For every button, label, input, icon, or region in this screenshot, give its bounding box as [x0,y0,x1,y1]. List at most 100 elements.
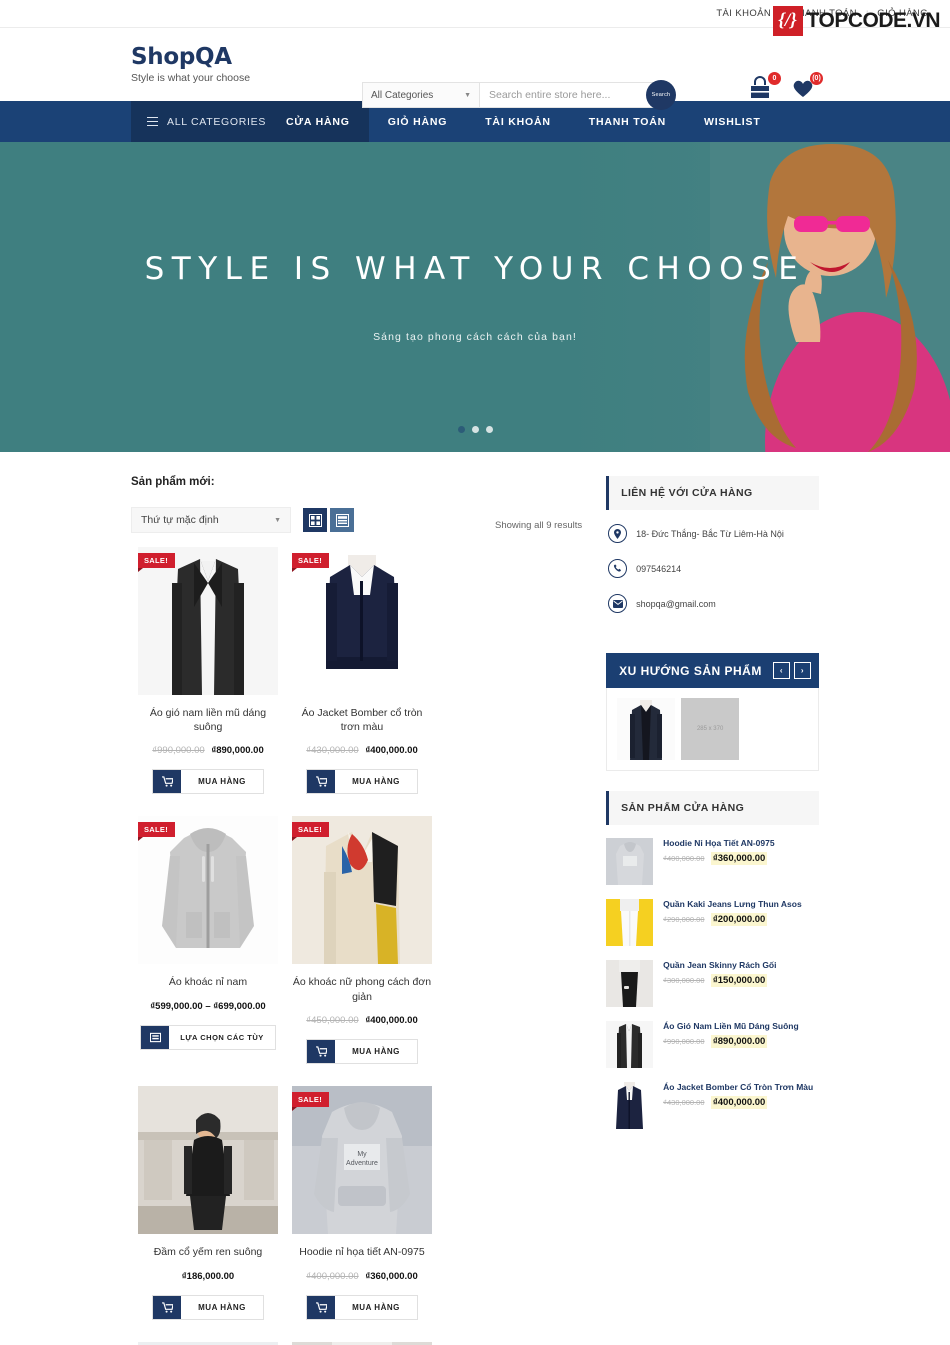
trending-prev-button[interactable]: ‹ [773,662,790,679]
trending-item-image[interactable] [617,698,676,760]
product-new-price: ₫400,000.00 [365,1014,418,1026]
add-to-cart-label: MUA HÀNG [352,1046,400,1056]
list-item[interactable]: Quần Kaki Jeans Lưng Thun Asos ₫290,000.… [606,899,819,946]
sidebar: LIÊN HỆ VỚI CỬA HÀNG 18- Đức Thắng- Bắc … [606,476,819,1345]
topcode-mark-icon: {/} [772,6,803,36]
add-to-cart-button[interactable]: MUA HÀNG [152,1294,264,1320]
product-image[interactable]: SALE! My Adventure [292,1085,432,1234]
store-product-name[interactable]: Quần Kaki Jeans Lưng Thun Asos [663,899,802,910]
chevron-down-icon: ▼ [464,91,471,99]
product-card[interactable]: SALE! Áo gió nam liền mũ dáng suông ₫990… [131,547,285,816]
select-options-button[interactable]: LỰA CHỌN CÁC TÙY [140,1025,276,1051]
contact-phone-row: 097546214 [608,559,817,578]
store-product-image[interactable] [606,1021,654,1068]
nav-item-wishlist[interactable]: WISHLIST [685,101,780,142]
product-card[interactable]: SALE! Áo khoác nữ phong cách đơn giản ₫4… [285,816,439,1085]
carousel-dot-1[interactable] [457,426,465,433]
search-button[interactable]: Search [646,80,676,110]
trending-next-button[interactable]: › [794,662,811,679]
nav-item-cua-hang[interactable]: CỬA HÀNG [267,101,369,142]
product-listing-column: Sản phẩm mới: Thứ tự mặc định ▼ Showing … [131,476,582,1345]
topcode-watermark-logo: {/} TOPCODE.VN [772,6,941,36]
add-to-cart-button[interactable]: MUA HÀNG [306,1038,418,1064]
store-product-image[interactable] [606,960,654,1007]
envelope-icon [608,594,628,613]
cart-icon [307,1295,335,1319]
product-image[interactable]: SALE! [292,816,432,965]
product-new-price: ₫890,000.00 [211,745,264,757]
list-view-icon [335,513,349,527]
sale-badge: SALE! [138,553,175,572]
product-name: Hoodie nỉ họa tiết AN-0975 [299,1245,425,1258]
svg-text:Adventure: Adventure [346,1160,378,1167]
store-product-image[interactable] [606,838,654,885]
product-card[interactable]: SALE! Áo Jacket Bomber cổ tròn trơn màu … [285,547,439,816]
product-image[interactable]: SALE! [138,816,278,965]
add-to-cart-label: MUA HÀNG [352,1302,400,1312]
product-image[interactable]: SALE! [292,547,432,695]
product-card[interactable]: SALE! Áo khoác nỉ nam ₫599,000.00 – ₫699… [131,816,285,1085]
product-card[interactable]: SALE! My Adventure Hoodie nỉ họa tiết AN… [285,1085,439,1342]
add-to-cart-button[interactable]: MUA HÀNG [306,1294,418,1320]
site-tagline: Style is what your choose [131,71,251,84]
view-toggles [303,508,354,532]
product-image[interactable]: SALE! [138,547,278,695]
product-price: ₫599,000.00 – ₫699,000.00 [138,1001,278,1012]
wishlist-button[interactable]: (0) [790,72,823,105]
search-input[interactable] [480,82,658,108]
list-item[interactable]: Quần Jean Skinny Rách Gối ₫300,000.00 ₫1… [606,960,819,1007]
store-product-name[interactable]: Hoodie Nỉ Họa Tiết AN-0975 [663,838,774,849]
topbar-link-account[interactable]: TÀI KHOẢN [707,8,780,19]
svg-text:My: My [357,1151,367,1158]
store-product-image[interactable] [606,1082,654,1129]
hero-banner: STYLE IS WHAT YOUR CHOOSE Sáng tạo phong… [0,142,950,452]
brand-block[interactable]: ShopQA Style is what your choose [131,45,250,83]
store-product-name[interactable]: Áo Jacket Bomber Cổ Tròn Trơn Màu [663,1082,813,1093]
trending-arrows: ‹ › [773,662,811,679]
product-old-price: ₫430,000.00 [306,745,359,757]
product-old-price: ₫450,000.00 [306,1014,359,1026]
store-product-info: Áo Gió Nam Liền Mũ Dáng Suông ₫990,000.0… [663,1021,799,1049]
select-options-label: LỰA CHỌN CÁC TÙY [180,1033,264,1043]
store-product-name[interactable]: Áo Gió Nam Liền Mũ Dáng Suông [663,1021,799,1032]
contact-email[interactable]: shopqa@gmail.com [636,599,716,609]
product-old-price: ₫400,000.00 [306,1270,359,1282]
store-product-image[interactable] [606,899,654,946]
add-to-cart-button[interactable]: MUA HÀNG [306,769,418,795]
list-item[interactable]: Hoodie Nỉ Họa Tiết AN-0975 ₫400,000.00 ₫… [606,838,819,885]
store-product-price: ₫400,000.00 ₫360,000.00 [663,852,774,866]
category-select[interactable]: All Categories ▼ [362,82,480,108]
store-product-price: ₫290,000.00 ₫200,000.00 [663,913,802,927]
all-categories-button[interactable]: ALL CATEGORIES [131,101,267,142]
cart-icon [307,1039,335,1063]
list-item[interactable]: Áo Jacket Bomber Cổ Tròn Trơn Màu ₫430,0… [606,1082,819,1129]
all-categories-label: ALL CATEGORIES [167,115,267,128]
add-to-cart-button[interactable]: MUA HÀNG [152,769,264,795]
sale-badge: SALE! [292,553,329,572]
hero-carousel-dots [0,426,950,433]
category-select-value: All Categories [371,89,434,101]
product-price: ₫430,000.00 ₫400,000.00 [292,745,432,756]
list-item[interactable]: Áo Gió Nam Liền Mũ Dáng Suông ₫990,000.0… [606,1021,819,1068]
product-grid: SALE! Áo gió nam liền mũ dáng suông ₫990… [131,547,582,1345]
sort-select[interactable]: Thứ tự mặc định ▼ [131,507,291,533]
grid-view-button[interactable] [303,508,327,532]
product-card[interactable]: Đầm cổ yếm ren suông ₫186,000.00 MUA HÀN… [131,1085,285,1342]
site-logo-text: ShopQA [131,44,232,71]
page-root: TÀI KHOẢN | THANH TOÁN | GIỎ HÀNG {/} TO… [0,0,950,1345]
store-product-name[interactable]: Quần Jean Skinny Rách Gối [663,960,776,971]
trending-item-placeholder[interactable]: 285 x 370 [681,698,740,760]
options-icon [141,1026,169,1050]
carousel-dot-2[interactable] [471,426,479,433]
results-count: Showing all 9 results [494,520,583,531]
product-price: ₫990,000.00 ₫890,000.00 [138,745,278,756]
product-image[interactable] [138,1085,278,1234]
cart-button[interactable]: 0 [748,72,781,105]
store-product-old-price: ₫430,000.00 [663,1098,705,1108]
list-view-button[interactable] [330,508,354,532]
cart-badge: 0 [768,72,781,85]
carousel-dot-3[interactable] [485,426,493,433]
contact-phone[interactable]: 097546214 [636,564,681,574]
store-products-widget: SẢN PHẨM CỬA HÀNG Hoodie Nỉ Họa Tiết AN-… [606,791,819,1129]
contact-address-row: 18- Đức Thắng- Bắc Từ Liêm-Hà Nội [608,524,817,543]
